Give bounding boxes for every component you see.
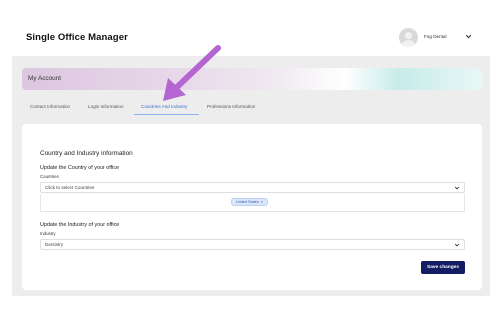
industry-label: Industry [40, 231, 56, 236]
avatar-body-shape [402, 40, 415, 47]
page-title: My Account [28, 75, 62, 82]
industry-select-value: Dentistry [45, 242, 64, 247]
countries-label: Countries [40, 174, 59, 179]
chevron-down-icon[interactable] [454, 242, 460, 248]
account-banner [22, 68, 482, 90]
country-tag-label: United States [236, 200, 259, 204]
tab-countries-and-industry[interactable]: Countries And Industry [141, 104, 187, 109]
user-name[interactable]: Fog Dental [424, 34, 446, 39]
chevron-down-icon[interactable] [454, 185, 460, 191]
chevron-down-icon[interactable] [464, 32, 473, 41]
countries-select[interactable]: Click to select Countries [40, 182, 465, 193]
country-tag[interactable]: United States × [231, 198, 269, 206]
active-tab-indicator [134, 114, 199, 115]
tab-contact-information[interactable]: Contact Information [30, 104, 70, 109]
section-title: Country and Industry information [40, 150, 133, 157]
countries-select-placeholder: Click to select Countries [45, 185, 95, 190]
tab-professions-information[interactable]: Professions Information [207, 104, 255, 109]
industry-heading: Update the Industry of your office [40, 222, 120, 228]
country-heading: Update the Country of your office [40, 165, 120, 171]
user-avatar[interactable] [399, 28, 418, 47]
industry-select[interactable]: Dentistry [40, 239, 465, 250]
avatar-head-shape [405, 32, 412, 39]
tab-login-information[interactable]: Login Information [88, 104, 124, 109]
app-title: Single Office Manager [26, 32, 128, 43]
remove-tag-icon[interactable]: × [261, 200, 263, 204]
top-bar: Single Office Manager Fog Dental [0, 0, 501, 56]
selected-countries-box: United States × [40, 194, 465, 212]
account-tabs: Contact Information Login Information Co… [22, 96, 482, 116]
save-changes-button[interactable]: Save changes [421, 261, 465, 274]
